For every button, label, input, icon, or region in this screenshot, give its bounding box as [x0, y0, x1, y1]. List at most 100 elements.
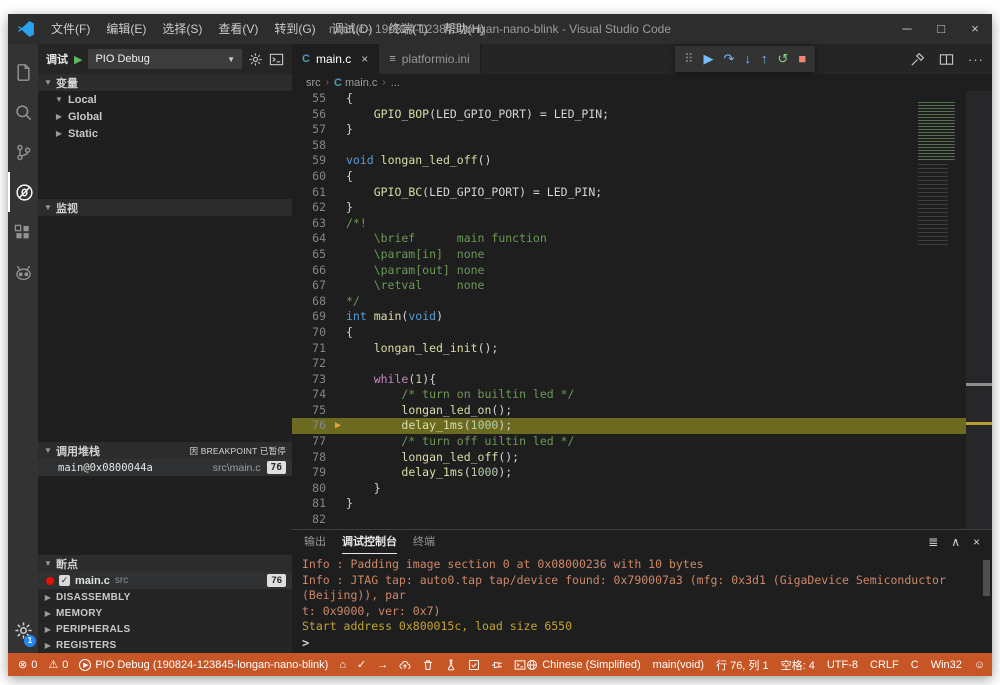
code-line[interactable]: 57} — [292, 122, 992, 138]
breakpoint-margin[interactable] — [330, 325, 346, 341]
variables-tree-item[interactable]: ▶Static — [38, 125, 292, 142]
breadcrumb-item[interactable]: src — [306, 77, 321, 89]
breakpoint-margin[interactable] — [330, 278, 346, 294]
breakpoint-margin[interactable] — [330, 372, 346, 388]
line-number[interactable]: 76 — [292, 418, 330, 434]
breadcrumb-item[interactable]: ... — [391, 77, 400, 89]
line-number[interactable]: 75 — [292, 403, 330, 419]
eol[interactable]: CRLF — [870, 659, 899, 671]
start-debug-button[interactable]: ▶ — [74, 53, 82, 66]
explorer-icon[interactable] — [8, 52, 38, 92]
breakpoint-margin[interactable] — [330, 481, 346, 497]
pio-upload-button[interactable]: → — [377, 659, 388, 671]
debug-console-input[interactable]: > — [292, 636, 992, 653]
breakpoint-margin[interactable] — [330, 231, 346, 247]
breakpoint-checkbox[interactable]: ✓ — [59, 575, 70, 586]
breakpoint-margin[interactable] — [330, 387, 346, 403]
breakpoint-margin[interactable] — [330, 341, 346, 357]
panel-tab-输出[interactable]: 输出 — [304, 531, 326, 554]
code-line[interactable]: 55{ — [292, 91, 992, 107]
code-line[interactable]: 74 /* turn on builtin led */ — [292, 387, 992, 403]
editor-scrollbar[interactable] — [966, 91, 992, 529]
close-button[interactable]: × — [958, 14, 992, 44]
symbol-indicator[interactable]: main(void) — [653, 659, 704, 671]
line-number[interactable]: 74 — [292, 387, 330, 403]
line-number[interactable]: 71 — [292, 341, 330, 357]
line-number[interactable]: 66 — [292, 263, 330, 279]
breakpoint-margin[interactable] — [330, 153, 346, 169]
pio-clean-button[interactable] — [422, 659, 434, 671]
code-line[interactable]: 77 /* turn off uiltin led */ — [292, 434, 992, 450]
menu-item[interactable]: 查看(V) — [210, 14, 266, 44]
code-line[interactable]: 72 — [292, 356, 992, 372]
gear-icon[interactable] — [248, 52, 263, 67]
breakpoint-margin[interactable] — [330, 122, 346, 138]
language-mode[interactable]: C — [911, 659, 919, 671]
code-line[interactable]: 60{ — [292, 169, 992, 185]
stop-button[interactable]: ■ — [798, 46, 806, 72]
pio-remote-upload-button[interactable] — [399, 659, 411, 671]
build-hammer-icon[interactable] — [910, 52, 925, 67]
problems-errors[interactable]: ⊗0 — [18, 658, 37, 671]
line-number[interactable]: 61 — [292, 185, 330, 201]
line-number[interactable]: 70 — [292, 325, 330, 341]
line-number[interactable]: 77 — [292, 434, 330, 450]
more-actions-icon[interactable]: ··· — [968, 52, 984, 67]
debug-section-memory[interactable]: ▶MEMORY — [38, 605, 292, 621]
code-line[interactable]: 56 GPIO_BOP(LED_GPIO_PORT) = LED_PIN; — [292, 107, 992, 123]
line-number[interactable]: 57 — [292, 122, 330, 138]
clear-console-icon[interactable]: ≣ — [928, 535, 938, 549]
line-number[interactable]: 65 — [292, 247, 330, 263]
breadcrumb[interactable]: src›C main.c›... — [292, 74, 992, 91]
menu-item[interactable]: 转到(G) — [266, 14, 323, 44]
continue-button[interactable]: ▶ — [704, 46, 714, 72]
search-icon[interactable] — [8, 92, 38, 132]
pio-home-button[interactable]: ⌂ — [339, 659, 346, 671]
platform[interactable]: Win32 — [931, 659, 962, 671]
tab-platformio.ini[interactable]: ≡platformio.ini — [379, 44, 480, 74]
debug-section-disassembly[interactable]: ▶DISASSEMBLY — [38, 589, 292, 605]
breadcrumb-item[interactable]: C main.c — [334, 77, 377, 89]
variables-tree-item[interactable]: ▶Global — [38, 108, 292, 125]
line-number[interactable]: 79 — [292, 465, 330, 481]
pio-tasks-button[interactable] — [468, 659, 480, 671]
maximize-button[interactable]: □ — [924, 14, 958, 44]
pio-build-button[interactable]: ✓ — [357, 658, 366, 671]
line-number[interactable]: 55 — [292, 91, 330, 107]
code-line[interactable]: 63/*! — [292, 216, 992, 232]
minimize-button[interactable]: ─ — [890, 14, 924, 44]
debug-section-peripherals[interactable]: ▶PERIPHERALS — [38, 621, 292, 637]
menu-item[interactable]: 终端(T) — [380, 14, 435, 44]
code-line[interactable]: 62} — [292, 200, 992, 216]
breakpoint-margin[interactable] — [330, 294, 346, 310]
split-editor-icon[interactable] — [939, 52, 954, 67]
close-tab-icon[interactable]: × — [361, 52, 368, 66]
breakpoint-margin[interactable] — [330, 309, 346, 325]
code-line[interactable]: 61 GPIO_BC(LED_GPIO_PORT) = LED_PIN; — [292, 185, 992, 201]
breakpoint-margin[interactable] — [330, 512, 346, 528]
breakpoint-margin[interactable] — [330, 247, 346, 263]
menu-item[interactable]: 帮助(H) — [436, 14, 493, 44]
pio-terminal-button[interactable] — [514, 659, 526, 671]
code-line[interactable]: 68*/ — [292, 294, 992, 310]
panel-tab-终端[interactable]: 终端 — [413, 531, 435, 554]
code-editor[interactable]: 55{56 GPIO_BOP(LED_GPIO_PORT) = LED_PIN;… — [292, 91, 992, 529]
pio-serial-monitor-button[interactable] — [491, 659, 503, 671]
language-indicator[interactable]: Chinese (Simplified) — [526, 659, 640, 671]
breakpoints-section-header[interactable]: ▼ 断点 — [38, 555, 292, 572]
line-number[interactable]: 80 — [292, 481, 330, 497]
manage-gear-icon[interactable]: 1 — [8, 613, 38, 647]
breakpoint-margin[interactable] — [330, 107, 346, 123]
breakpoint-margin[interactable] — [330, 465, 346, 481]
code-line[interactable]: 58 — [292, 138, 992, 154]
maximize-panel-icon[interactable]: ∧ — [951, 535, 960, 549]
feedback[interactable]: ☺ — [974, 659, 985, 671]
menu-item[interactable]: 选择(S) — [154, 14, 210, 44]
debug-config-select[interactable]: PIO Debug ▼ — [88, 49, 242, 69]
line-number[interactable]: 64 — [292, 231, 330, 247]
line-number[interactable]: 69 — [292, 309, 330, 325]
panel-scrollbar[interactable] — [983, 560, 990, 596]
extensions-icon[interactable] — [8, 212, 38, 252]
line-number[interactable]: 56 — [292, 107, 330, 123]
panel-tab-调试控制台[interactable]: 调试控制台 — [342, 531, 397, 554]
